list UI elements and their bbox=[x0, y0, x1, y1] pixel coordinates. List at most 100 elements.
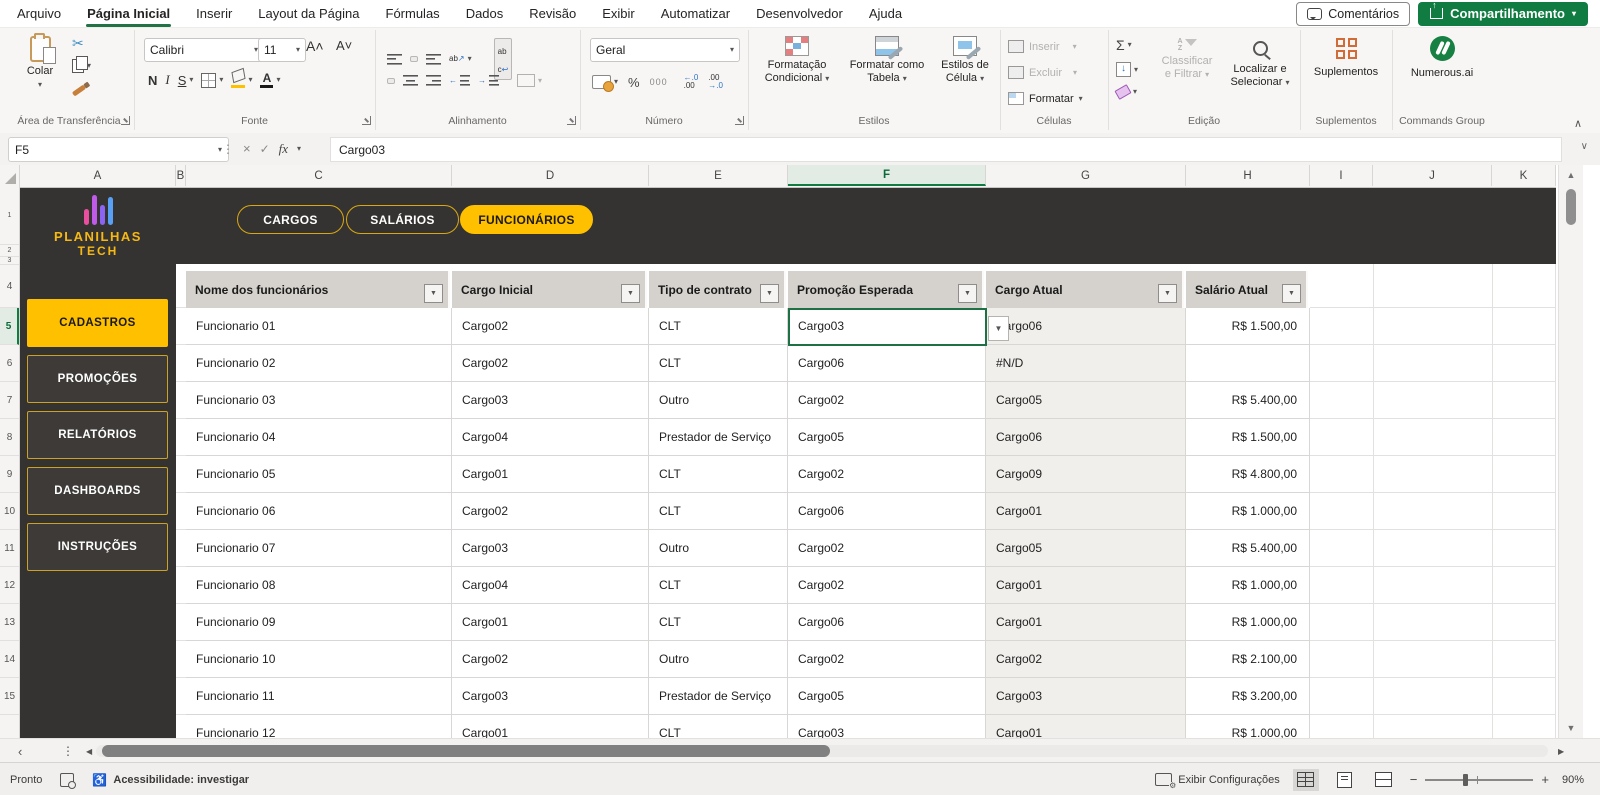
enter-button[interactable]: ✓ bbox=[260, 142, 270, 156]
orientation-button[interactable]: ab↗ ▾ bbox=[449, 55, 472, 63]
row-header-8[interactable]: 8 bbox=[0, 419, 19, 456]
table-cell[interactable]: Funcionario 11 bbox=[186, 678, 452, 715]
grow-font-button[interactable]: A˄ bbox=[306, 38, 324, 54]
table-cell[interactable]: Cargo02 bbox=[452, 308, 649, 345]
format-as-table-button[interactable]: Formatar como Tabela ▾ bbox=[842, 36, 932, 85]
table-cell[interactable]: Cargo02 bbox=[788, 567, 986, 604]
format-painter-button[interactable] bbox=[71, 84, 87, 97]
numerous-ai-button[interactable]: Numerous.ai bbox=[1402, 36, 1482, 80]
zoom-slider-thumb[interactable] bbox=[1463, 773, 1469, 786]
table-cell[interactable]: R$ 1.000,00 bbox=[1186, 493, 1310, 530]
table-cell[interactable]: Cargo02 bbox=[986, 641, 1186, 678]
column-header-a[interactable]: A bbox=[20, 165, 176, 186]
zoom-level[interactable]: 90% bbox=[1562, 774, 1584, 786]
table-cell[interactable]: Cargo03 bbox=[452, 382, 649, 419]
autosum-button[interactable]: Σ ▾ bbox=[1116, 38, 1138, 52]
table-cell[interactable]: Cargo02 bbox=[788, 382, 986, 419]
table-cell[interactable]: Cargo02 bbox=[788, 641, 986, 678]
table-cell[interactable]: Cargo06 bbox=[986, 308, 1186, 345]
conditional-formatting-button[interactable]: Formatação Condicional ▾ bbox=[754, 36, 840, 85]
table-cell[interactable]: Cargo01 bbox=[986, 493, 1186, 530]
table-cell[interactable]: R$ 3.200,00 bbox=[1186, 678, 1310, 715]
table-cell[interactable]: #N/D bbox=[986, 345, 1186, 382]
column-header-f[interactable]: F bbox=[788, 165, 986, 186]
table-cell[interactable]: CLT bbox=[649, 456, 788, 493]
menu-tab-automatizar[interactable]: Automatizar bbox=[648, 0, 743, 27]
table-cell[interactable]: Cargo05 bbox=[788, 678, 986, 715]
table-cell[interactable]: CLT bbox=[649, 308, 788, 345]
menu-tab-exibir[interactable]: Exibir bbox=[589, 0, 648, 27]
table-cell[interactable]: Cargo03 bbox=[452, 530, 649, 567]
table-cell[interactable]: Cargo02 bbox=[452, 493, 649, 530]
row-header-2[interactable]: 2 bbox=[0, 245, 19, 257]
table-cell[interactable]: Prestador de Serviço bbox=[649, 678, 788, 715]
clipboard-dialog-launcher[interactable] bbox=[121, 116, 130, 125]
scroll-down-icon[interactable]: ▼ bbox=[1559, 723, 1583, 733]
insert-function-button[interactable]: fx bbox=[279, 141, 288, 157]
table-cell[interactable]: Cargo01 bbox=[986, 604, 1186, 641]
table-cell[interactable]: Funcionario 10 bbox=[186, 641, 452, 678]
table-cell[interactable]: R$ 1.000,00 bbox=[1186, 604, 1310, 641]
display-settings-button[interactable]: Exibir Configurações bbox=[1155, 773, 1280, 790]
row-header-5[interactable]: 5 bbox=[0, 308, 19, 345]
font-color-button[interactable]: A ▾ bbox=[260, 72, 280, 88]
column-header-d[interactable]: D bbox=[452, 165, 649, 186]
copy-button[interactable]: ▾ bbox=[72, 55, 91, 73]
filter-dropdown-icon[interactable]: ▼ bbox=[760, 284, 779, 303]
collapse-ribbon-button[interactable]: ∧ bbox=[1574, 117, 1582, 130]
table-cell[interactable]: Cargo01 bbox=[452, 456, 649, 493]
table-cell[interactable]: Outro bbox=[649, 641, 788, 678]
row-header-15[interactable]: 15 bbox=[0, 678, 19, 715]
row-header-3[interactable]: 3 bbox=[0, 257, 19, 265]
table-cell[interactable]: Funcionario 08 bbox=[186, 567, 452, 604]
vertical-scrollbar-thumb[interactable] bbox=[1566, 189, 1576, 225]
table-cell[interactable]: Cargo01 bbox=[986, 715, 1186, 738]
sort-filter-button[interactable]: AZ Classificar e Filtrar ▾ bbox=[1152, 38, 1222, 81]
number-dialog-launcher[interactable] bbox=[735, 116, 744, 125]
table-cell[interactable]: Cargo04 bbox=[452, 567, 649, 604]
italic-button[interactable]: I bbox=[165, 72, 169, 88]
table-cell[interactable]: Cargo05 bbox=[986, 530, 1186, 567]
zoom-in-button[interactable]: + bbox=[1541, 772, 1549, 787]
macro-record-icon[interactable] bbox=[60, 772, 77, 789]
menu-tab-layout-da-pagina[interactable]: Layout da Página bbox=[245, 0, 372, 27]
table-cell[interactable]: CLT bbox=[649, 493, 788, 530]
align-center-button[interactable] bbox=[403, 75, 418, 86]
zoom-slider[interactable] bbox=[1425, 773, 1534, 786]
filter-dropdown-icon[interactable]: ▼ bbox=[1158, 284, 1177, 303]
paste-button[interactable]: Colar ▾ bbox=[18, 33, 62, 89]
table-cell[interactable]: Cargo06 bbox=[788, 493, 986, 530]
menu-tab-desenvolvedor[interactable]: Desenvolvedor bbox=[743, 0, 856, 27]
number-format-select[interactable]: Geral ▾ bbox=[590, 38, 740, 62]
column-header-i[interactable]: I bbox=[1310, 165, 1373, 186]
filter-dropdown-icon[interactable]: ▼ bbox=[621, 284, 640, 303]
table-cell[interactable]: R$ 1.500,00 bbox=[1186, 308, 1310, 345]
table-cell[interactable]: Prestador de Serviço bbox=[649, 419, 788, 456]
font-dialog-launcher[interactable] bbox=[362, 116, 371, 125]
table-cell[interactable]: Cargo03 bbox=[788, 308, 986, 345]
table-cell[interactable]: Cargo05 bbox=[788, 419, 986, 456]
row-header-7[interactable]: 7 bbox=[0, 382, 19, 419]
table-cell[interactable]: CLT bbox=[649, 604, 788, 641]
row-header-12[interactable]: 12 bbox=[0, 567, 19, 604]
align-middle-button[interactable] bbox=[410, 56, 418, 62]
table-cell[interactable]: Outro bbox=[649, 382, 788, 419]
menu-tab-formulas[interactable]: Fórmulas bbox=[373, 0, 453, 27]
table-cell[interactable]: R$ 2.100,00 bbox=[1186, 641, 1310, 678]
increase-indent-button[interactable]: → bbox=[478, 75, 499, 86]
cancel-button[interactable]: × bbox=[243, 141, 251, 156]
alignment-dialog-launcher[interactable] bbox=[567, 116, 576, 125]
borders-button[interactable]: ▾ bbox=[201, 72, 223, 88]
align-top-button[interactable] bbox=[387, 53, 402, 65]
sidebar-button-dashboards[interactable]: DASHBOARDS bbox=[27, 467, 168, 515]
column-header-g[interactable]: G bbox=[986, 165, 1186, 186]
table-cell[interactable]: Cargo03 bbox=[986, 678, 1186, 715]
horizontal-scrollbar-thumb[interactable] bbox=[102, 745, 830, 757]
align-left-button[interactable] bbox=[387, 77, 395, 84]
table-cell[interactable]: R$ 1.000,00 bbox=[1186, 567, 1310, 604]
table-cell[interactable]: Funcionario 05 bbox=[186, 456, 452, 493]
formula-input[interactable]: Cargo03 bbox=[330, 137, 1562, 162]
table-cell[interactable]: Funcionario 04 bbox=[186, 419, 452, 456]
table-cell[interactable]: Cargo03 bbox=[788, 715, 986, 738]
column-header-c[interactable]: C bbox=[186, 165, 452, 186]
